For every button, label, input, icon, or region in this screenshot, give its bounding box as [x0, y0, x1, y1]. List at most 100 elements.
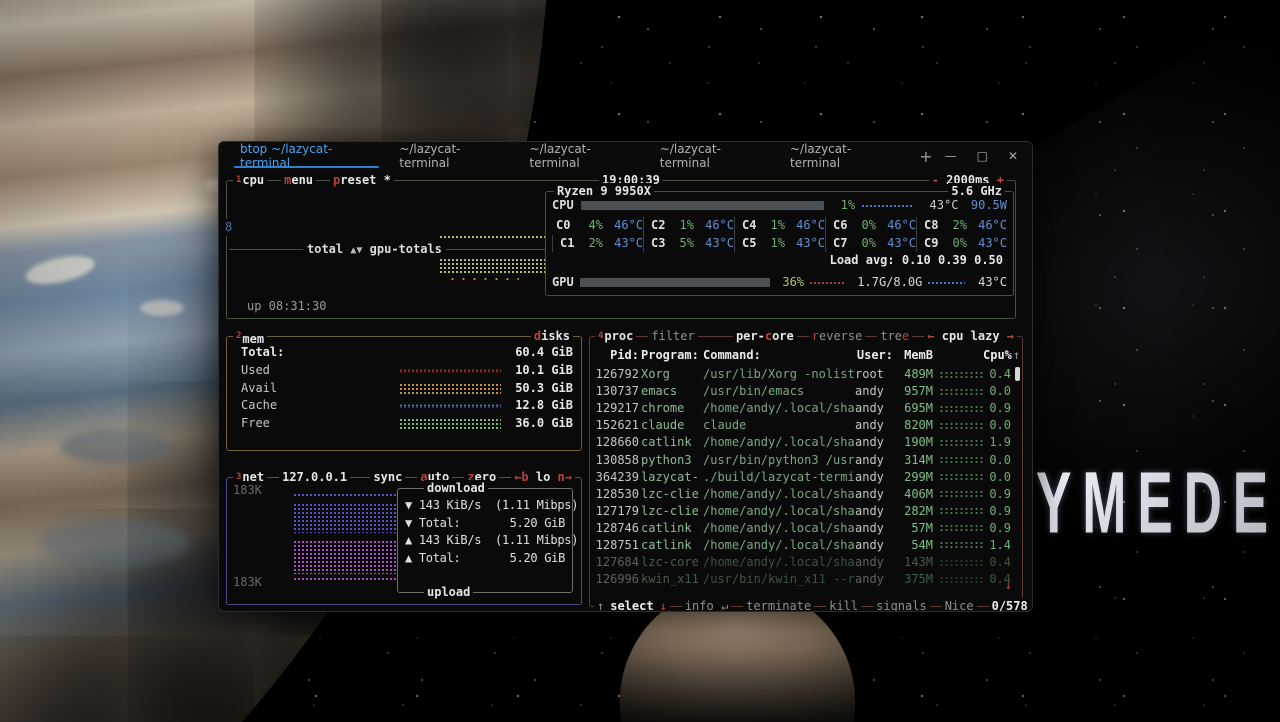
terminal-tab[interactable]: ~/lazycat-terminal [647, 142, 777, 170]
window-controls: — □ ✕ [945, 142, 1032, 170]
core-cell: C4 1% 46°C [734, 217, 825, 235]
pid-cell: 127179 [595, 503, 639, 520]
user-cell: andy [855, 486, 893, 503]
process-row[interactable]: 128746 catlink /home/andy/.local/sha and… [591, 520, 1021, 537]
program-cell: kwin_x11 [641, 571, 701, 588]
select-control[interactable]: ↑select↓ [594, 598, 670, 612]
process-row[interactable]: 130858 python3 /usr/bin/python3 /usr and… [591, 451, 1021, 468]
mem-cell: 299M [895, 469, 933, 486]
mem-cell: 375M [895, 571, 933, 588]
filter-button[interactable]: filter [648, 328, 697, 345]
command-cell: /home/andy/.local/sha [703, 400, 853, 417]
program-cell: chrome [641, 400, 701, 417]
cpu-mini-graph [939, 541, 983, 549]
program-cell: lzc-core [641, 554, 701, 571]
per-core-toggle[interactable]: per-core [733, 328, 797, 345]
mem-cell: 406M [895, 486, 933, 503]
core-cell: C2 1% 46°C [643, 217, 734, 235]
core-cell: C8 2% 46°C [916, 217, 1007, 235]
terminal-tab[interactable]: ~/lazycat-terminal [777, 142, 907, 170]
mem-row-value: 10.1 GiB [501, 362, 573, 379]
mem-cell: 820M [895, 417, 933, 434]
command-cell: ./build/lazycat-termi [703, 469, 853, 486]
net-interface-switcher[interactable]: ←b lo n→ [511, 469, 575, 486]
process-row[interactable]: 152621 claude claude andy 820M 0.0 [591, 417, 1021, 434]
disks-toggle[interactable]: disks [531, 328, 573, 345]
process-row[interactable]: 127179 lzc-clie /home/andy/.local/sha an… [591, 503, 1021, 520]
process-row[interactable]: 364239 lazycat- ./build/lazycat-termi an… [591, 469, 1021, 486]
net-sync-button[interactable]: sync [370, 469, 405, 486]
mem-cell: 57M [895, 520, 933, 537]
core-cell: C1 2% 43°C [552, 235, 643, 253]
proc-footer: ↑select↓ info ↵ terminate kill signals N… [594, 598, 1018, 612]
select-down-icon: ↓ [660, 598, 667, 612]
tree-toggle[interactable]: tree [877, 328, 912, 345]
nice-button[interactable]: Nice [942, 598, 977, 612]
user-cell: andy [855, 400, 893, 417]
signals-button[interactable]: signals [873, 598, 930, 612]
terminate-button[interactable]: terminate [743, 598, 814, 612]
minimize-icon[interactable]: — [945, 149, 957, 163]
cpu-cell: 0.0 [983, 452, 1011, 469]
mem-row: Cache 12.8 GiB [227, 397, 581, 415]
net-axis-bottom: 183K [233, 574, 262, 591]
pid-cell: 152621 [595, 417, 639, 434]
command-cell: /usr/lib/Xorg -nolist [703, 366, 853, 383]
process-table-header[interactable]: Pid: Program: Command: User: MemB Cpu% ↑ [591, 347, 1021, 364]
interval-decrease-button[interactable]: - [932, 173, 939, 187]
command-cell: /home/andy/.local/sha [703, 486, 853, 503]
up-down-arrows-icon[interactable]: ▲▼ [350, 245, 362, 256]
scrollbar-thumb[interactable] [1015, 367, 1020, 381]
kill-button[interactable]: kill [826, 598, 861, 612]
program-cell: lzc-clie [641, 486, 701, 503]
mem-row: Used 10.1 GiB [227, 362, 581, 380]
core-cell: C6 0% 46°C [825, 217, 916, 235]
cpu-temp-graph [861, 204, 912, 208]
select-up-icon: ↑ [597, 598, 604, 612]
pid-cell: 127684 [595, 554, 639, 571]
sort-selector[interactable]: ← cpu lazy → [924, 328, 1017, 345]
mem-cell: 282M [895, 503, 933, 520]
process-row[interactable]: 128751 catlink /home/andy/.local/sha and… [591, 537, 1021, 554]
upload-title: upload [424, 585, 473, 599]
process-row[interactable]: 128660 catlink /home/andy/.local/sha and… [591, 434, 1021, 451]
preset-button[interactable]: preset * [330, 172, 394, 189]
uptime: up 08:31:30 [247, 298, 326, 315]
graph-mode-toggle[interactable]: total ▲▼ gpu-totals [303, 241, 446, 259]
program-cell: python3 [641, 452, 701, 469]
terminal-tab[interactable]: ~/lazycat-terminal [386, 142, 516, 170]
btop-app: 1cpu menu preset * 19:00:39 - 2000ms + 8… [219, 170, 1032, 611]
cpu-total-graph [439, 235, 545, 239]
cpu-detail-box: Ryzen 9 9950X 5.6 GHz CPU 1% 43°C 90.5W … [545, 191, 1014, 296]
scroll-down-icon[interactable]: ↓ [1005, 577, 1012, 594]
load-average: Load avg: 0.10 0.39 0.50 [830, 252, 1003, 269]
info-button[interactable]: info ↵ [682, 598, 731, 612]
cpu-mini-graph [939, 371, 983, 379]
gpu-mem-graph [809, 281, 846, 285]
menu-button[interactable]: menu [281, 172, 316, 189]
mem-cell: 489M [895, 366, 933, 383]
reverse-toggle[interactable]: reverse [809, 328, 866, 345]
close-icon[interactable]: ✕ [1008, 149, 1018, 163]
mem-panel: 2mem disks Total:60.4 GiB Used 10.1 GiB … [226, 336, 582, 451]
terminal-tab[interactable]: ~/lazycat-terminal [517, 142, 647, 170]
new-tab-button[interactable]: + [907, 142, 944, 170]
pid-cell: 130737 [595, 383, 639, 400]
command-cell: claude [703, 417, 853, 434]
program-cell: Xorg [641, 366, 701, 383]
cpu-mini-graph [939, 490, 983, 498]
process-row[interactable]: 126996 kwin_x11 /usr/bin/kwin_x11 --r an… [591, 571, 1021, 588]
terminal-tab[interactable]: btop ~/lazycat-terminal [227, 142, 386, 170]
command-cell: /home/andy/.local/sha [703, 503, 853, 520]
pid-cell: 129217 [595, 400, 639, 417]
maximize-icon[interactable]: □ [977, 149, 988, 163]
process-row[interactable]: 127684 lzc-core /home/andy/.local/sha an… [591, 554, 1021, 571]
download-speed: ▼ 143 KiB/s (1.11 Mibps) [405, 497, 565, 515]
net-axis-top: 183K [233, 482, 262, 499]
process-row[interactable]: 129217 chrome /home/andy/.local/sha andy… [591, 400, 1021, 417]
mem-graph [399, 404, 501, 408]
process-row[interactable]: 128530 lzc-clie /home/andy/.local/sha an… [591, 486, 1021, 503]
process-row[interactable]: 130737 emacs /usr/bin/emacs andy 957M 0.… [591, 383, 1021, 400]
net-interface[interactable]: 127.0.0.1 [279, 469, 350, 486]
process-row[interactable]: 126792 Xorg /usr/lib/Xorg -nolist root 4… [591, 366, 1021, 383]
